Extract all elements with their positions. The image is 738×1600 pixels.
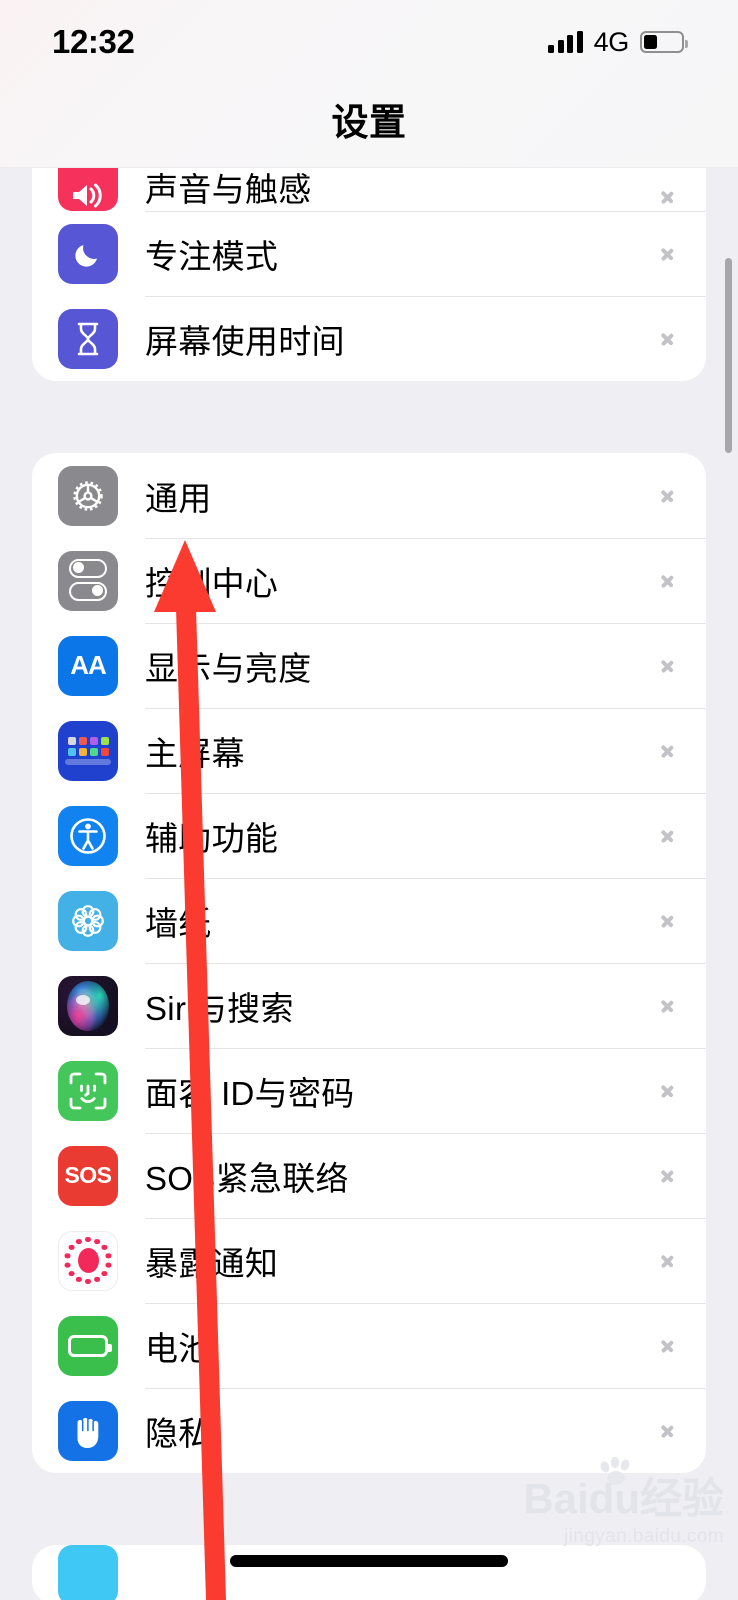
vertical-scrollbar[interactable] — [725, 258, 732, 453]
general-gear-icon — [58, 465, 118, 526]
settings-row-focus-mode[interactable]: 专注模式 — [32, 211, 706, 296]
settings-group-clipped: 声音与触感 专注模式 屏幕使用时间 — [32, 168, 706, 381]
chevron-right-icon — [660, 567, 676, 595]
chevron-right-icon — [660, 907, 676, 935]
chevron-right-icon — [660, 652, 676, 680]
chevron-right-icon — [660, 992, 676, 1020]
partial-bottom-icon — [58, 1545, 118, 1600]
siri-search-icon — [58, 975, 118, 1036]
home-indicator[interactable] — [230, 1555, 508, 1567]
page-title: 设置 — [331, 102, 407, 143]
paw-print-icon — [600, 1456, 630, 1485]
settings-row-home-screen[interactable]: 主屏幕 — [32, 708, 706, 793]
settings-row-label: 隐私 — [145, 1414, 212, 1452]
wallpaper-icon — [58, 890, 118, 951]
emergency-sos-icon: SOS — [58, 1145, 118, 1206]
control-center-icon — [58, 550, 118, 611]
chevron-right-icon — [660, 1417, 676, 1445]
settings-row-label: 面容 ID与密码 — [145, 1074, 355, 1112]
settings-row-emergency-sos[interactable]: SOS SOS紧急联络 — [32, 1133, 706, 1218]
network-type-label: 4G — [593, 26, 630, 57]
settings-row-screen-time[interactable]: 屏幕使用时间 — [32, 296, 706, 381]
exposure-notifications-icon — [58, 1230, 118, 1291]
chevron-right-icon — [660, 1247, 676, 1275]
chevron-right-icon — [660, 1077, 676, 1105]
settings-row-label: 声音与触感 — [145, 171, 312, 208]
settings-row-label: 辅助功能 — [145, 819, 279, 857]
settings-row-face-id-passcode[interactable]: 面容 ID与密码 — [32, 1048, 706, 1133]
settings-row-display-brightness[interactable]: AA 显示与亮度 — [32, 623, 706, 708]
settings-row-label: 通用 — [145, 479, 212, 517]
chevron-right-icon — [660, 325, 676, 353]
settings-row-exposure-notifications[interactable]: 暴露通知 — [32, 1218, 706, 1303]
settings-row-general[interactable]: 通用 — [32, 453, 706, 538]
chevron-right-icon — [660, 1332, 676, 1360]
settings-row-sound-haptics[interactable]: 声音与触感 — [32, 168, 706, 211]
face-id-passcode-icon — [58, 1060, 118, 1121]
chevron-right-icon — [660, 737, 676, 765]
battery-settings-icon — [58, 1315, 118, 1376]
sound-haptics-icon — [58, 168, 118, 211]
chevron-right-icon — [660, 1162, 676, 1190]
group-gap — [0, 381, 738, 453]
settings-row-wallpaper[interactable]: 墙纸 — [32, 878, 706, 963]
watermark: Baidu经验 jingyan.baidu.com — [523, 1456, 724, 1548]
settings-row-accessibility[interactable]: 辅助功能 — [32, 793, 706, 878]
settings-row-label: 专注模式 — [145, 237, 279, 275]
settings-row-label: 控制中心 — [145, 564, 279, 602]
nav-header: 12:32 4G 设置 — [0, 0, 738, 168]
settings-scroll-view[interactable]: 声音与触感 专注模式 屏幕使用时间 通用 控制中心 AA 显示与亮度 主屏幕 辅… — [0, 168, 738, 1600]
screen-time-icon — [58, 308, 118, 369]
settings-row-label: 暴露通知 — [145, 1244, 279, 1282]
watermark-sub-text: jingyan.baidu.com — [564, 1526, 724, 1547]
sos-icon-label: SOS — [64, 1162, 112, 1188]
settings-row-label: 墙纸 — [145, 904, 212, 942]
settings-group-system: 通用 控制中心 AA 显示与亮度 主屏幕 辅助功能 墙纸 Siri与搜索 面容 … — [32, 453, 706, 1473]
chevron-right-icon — [660, 240, 676, 268]
chevron-right-icon — [660, 183, 676, 211]
settings-row-label: 主屏幕 — [145, 734, 245, 772]
focus-mode-icon — [58, 223, 118, 284]
chevron-right-icon — [660, 822, 676, 850]
settings-row-battery[interactable]: 电池 — [32, 1303, 706, 1388]
status-indicators: 4G — [548, 21, 688, 58]
settings-row-label: 电池 — [145, 1329, 212, 1367]
settings-row-siri-search[interactable]: Siri与搜索 — [32, 963, 706, 1048]
privacy-icon — [58, 1400, 118, 1461]
battery-icon — [640, 31, 688, 53]
home-screen-icon — [58, 720, 118, 781]
display-icon-label: AA — [70, 650, 107, 680]
settings-row-label: 显示与亮度 — [145, 649, 312, 687]
display-brightness-icon: AA — [58, 635, 118, 696]
status-bar: 12:32 4G — [0, 0, 738, 78]
status-time: 12:32 — [52, 23, 135, 60]
chevron-right-icon — [660, 482, 676, 510]
settings-row-label: Siri与搜索 — [145, 989, 294, 1027]
accessibility-icon — [58, 805, 118, 866]
settings-row-label: 屏幕使用时间 — [145, 322, 345, 360]
phone-screen: 声音与触感 专注模式 屏幕使用时间 通用 控制中心 AA 显示与亮度 主屏幕 辅… — [0, 0, 738, 1600]
settings-row-label: SOS紧急联络 — [145, 1159, 349, 1197]
signal-bars-icon — [548, 31, 583, 53]
settings-group-partial-bottom — [32, 1545, 706, 1600]
settings-row-control-center[interactable]: 控制中心 — [32, 538, 706, 623]
